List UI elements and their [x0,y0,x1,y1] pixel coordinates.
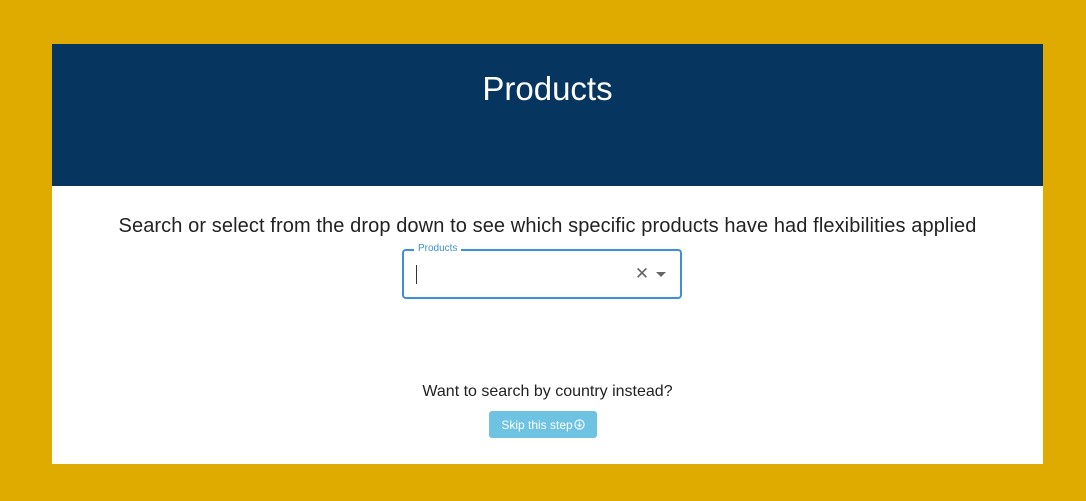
products-field-label: Products [414,242,462,256]
search-by-country-prompt: Want to search by country instead? [422,383,673,400]
instruction-text: Search or select from the drop down to s… [118,215,977,237]
skip-step-label: Skip this step [501,417,573,432]
text-cursor [416,265,417,284]
skip-step-button[interactable]: Skip this step [489,411,597,438]
page-title: Products [482,70,613,107]
products-search-input[interactable] [414,263,624,285]
arrow-drop-down-icon[interactable] [656,264,672,284]
page-header: Products [52,44,1043,186]
arrow-down-circle-icon [574,419,585,431]
outer-frame: Products Search or select from the drop … [0,0,1086,501]
products-panel: Products Search or select from the drop … [52,44,1043,464]
products-autocomplete[interactable]: Products ✕ [402,242,682,299]
close-icon[interactable]: ✕ [632,264,652,284]
